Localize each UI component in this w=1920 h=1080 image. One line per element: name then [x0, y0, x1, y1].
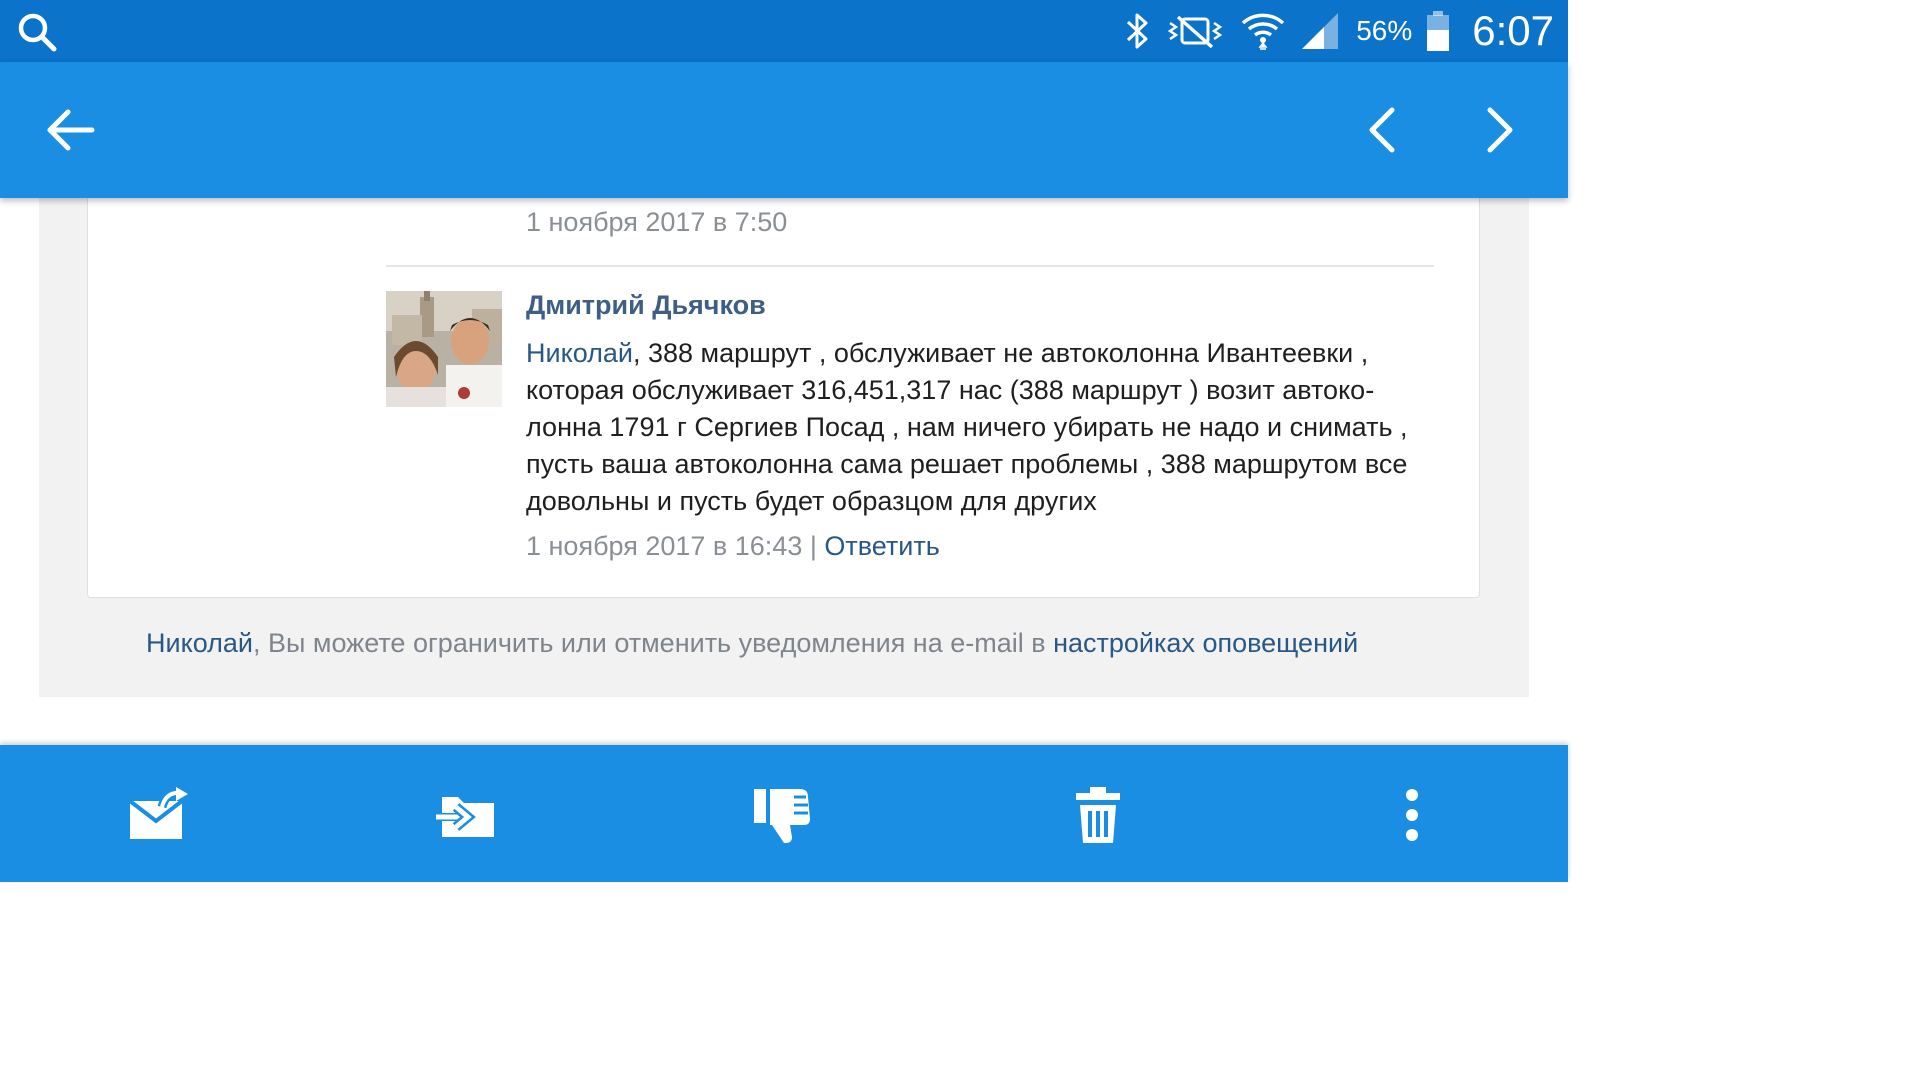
notice-text: , Вы можете ограничить или отменить увед…: [252, 628, 1054, 658]
signal-icon: [1300, 11, 1340, 51]
clock: 6:07: [1472, 7, 1554, 54]
battery-icon: [1426, 10, 1450, 52]
vibrate-mute-icon: [1166, 11, 1226, 51]
more-vertical-icon: [1406, 789, 1418, 841]
search-icon[interactable]: [16, 11, 58, 53]
battery-percent: 56%: [1356, 15, 1413, 46]
previous-message-button[interactable]: [1352, 100, 1412, 160]
mark-unread-button[interactable]: [126, 783, 190, 847]
back-button[interactable]: [40, 100, 100, 160]
move-to-folder-icon: [434, 797, 494, 837]
previous-comment-date: 1 ноября 2017 в 7:50: [526, 207, 788, 237]
comment-date: 1 ноября 2017 в 16:43: [526, 531, 803, 561]
reply-link[interactable]: Ответить: [824, 531, 939, 561]
comment-meta: 1 ноября 2017 в 16:43 | Ответить: [526, 531, 940, 562]
back-arrow-icon: [47, 109, 95, 151]
notice-name-link[interactable]: Николай: [146, 628, 253, 658]
mention-link[interactable]: Николай: [526, 338, 633, 368]
comment-body: , 388 маршрут , обслуживает не автоколон…: [526, 338, 1408, 516]
move-to-folder-button[interactable]: [434, 783, 498, 847]
notification-settings-notice: Николай, Вы можете ограничить или отмени…: [146, 628, 1358, 659]
more-options-button[interactable]: [1380, 783, 1444, 847]
comment-author[interactable]: Дмитрий Дьячков: [526, 290, 766, 321]
status-bar: 56% 6:07: [0, 0, 1568, 62]
chevron-left-icon: [1369, 107, 1395, 153]
spam-thumbs-down-icon: [754, 789, 810, 843]
chevron-right-icon: [1487, 107, 1513, 153]
delete-trash-icon: [1076, 787, 1120, 843]
divider: [386, 265, 1434, 267]
comment-text: Николай, 388 маршрут , обслуживает не ав…: [526, 335, 1436, 520]
bottom-action-bar: [0, 745, 1568, 882]
app-bar: [0, 62, 1568, 198]
mark-unread-icon: [128, 787, 188, 839]
meta-separator: |: [809, 531, 817, 561]
bluetooth-icon: [1124, 11, 1152, 51]
avatar[interactable]: [386, 291, 502, 407]
spam-button[interactable]: [750, 783, 814, 847]
delete-button[interactable]: [1066, 783, 1130, 847]
next-message-button[interactable]: [1470, 100, 1530, 160]
wifi-icon: [1240, 9, 1286, 53]
notification-settings-link[interactable]: настройках оповещений: [1053, 628, 1358, 658]
